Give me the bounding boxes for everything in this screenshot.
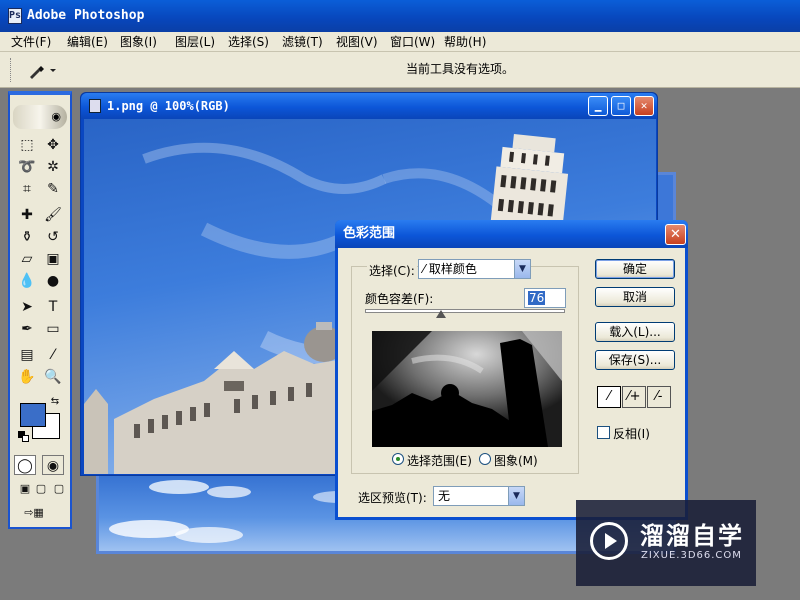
preview-mode-label: 选区预览(T): (358, 491, 427, 505)
brush-tool-icon[interactable]: 🖌 (42, 205, 64, 225)
photoshop-app-icon: Ps (8, 8, 22, 24)
select-value: 取样颜色 (428, 262, 477, 276)
menu-filter[interactable]: 滤镜(T) (281, 34, 324, 50)
app-titlebar: Ps Adobe Photoshop (0, 0, 800, 32)
preview-mode-value: 无 (438, 489, 451, 503)
document-title: 1.png @ 100%(RGB) (107, 99, 230, 113)
color-range-dialog[interactable]: 色彩范围 ✕ 选择(C): ⁄ 取样颜色 ▼ 颜色容差(F): 76 选择范围(… (335, 220, 688, 520)
dodge-tool-icon[interactable]: ● (42, 271, 64, 291)
slice-tool-icon[interactable]: ✎ (42, 179, 64, 199)
toolbox-logo[interactable]: ◉ (13, 105, 67, 129)
invert-label[interactable]: 反相(I) (613, 425, 650, 442)
clone-stamp-tool-icon[interactable]: ⚱ (16, 227, 38, 247)
cancel-button[interactable]: 取消 (595, 287, 675, 307)
path-selection-tool-icon[interactable]: ➤ (16, 297, 38, 317)
pen-tool-icon[interactable]: ✒ (16, 319, 38, 339)
radio-selection[interactable] (392, 453, 404, 465)
menu-edit[interactable]: 编辑(E) (66, 34, 109, 50)
watermark-brand-cn: 溜溜自学 (640, 522, 744, 550)
options-bar: 当前工具没有选项。 (0, 52, 800, 88)
dialog-close-button[interactable]: ✕ (665, 224, 686, 245)
chevron-down-icon[interactable]: ▼ (514, 260, 530, 278)
fuzziness-slider-thumb[interactable] (436, 310, 446, 318)
invert-checkbox[interactable] (597, 426, 610, 439)
options-bar-grip[interactable] (10, 58, 14, 82)
foreground-color-swatch-top[interactable] (20, 403, 46, 427)
type-tool-icon[interactable]: T (42, 297, 64, 317)
radio-image[interactable] (479, 453, 491, 465)
menu-select[interactable]: 选择(S) (227, 34, 270, 50)
watermark: 溜溜自学 ZIXUE.3D66.COM (576, 500, 756, 586)
standard-mode-icon[interactable]: ◯ (14, 455, 36, 475)
lasso-tool-icon[interactable]: ➰ (16, 157, 38, 177)
fuzziness-slider-track[interactable] (365, 309, 565, 313)
radio-image-label[interactable]: 图象(M) (494, 452, 538, 469)
menu-layer[interactable]: 图层(L) (174, 34, 216, 50)
eyedropper-subtract-icon[interactable]: ⁄- (647, 386, 671, 408)
magic-wand-tool-icon[interactable]: ✲ (42, 157, 64, 177)
toolbox: ◉ ⬚ ✥ ➰ ✲ ⌗ ✎ ✚ 🖌 ⚱ ↺ ▱ ▣ 💧 ● ➤ T ✒ ▭ ▤ … (8, 91, 72, 529)
menu-file[interactable]: 文件(F) (10, 34, 52, 50)
close-document-button[interactable]: ✕ (634, 96, 654, 116)
document-icon (89, 99, 101, 113)
dialog-titlebar[interactable]: 色彩范围 ✕ (335, 220, 688, 248)
move-tool-icon[interactable]: ✥ (42, 135, 64, 155)
menubar: 文件(F) 编辑(E) 图象(I) 图层(L) 选择(S) 滤镜(T) 视图(V… (0, 32, 800, 52)
eyedropper-tool-preset-icon[interactable] (26, 60, 58, 80)
app-title: Adobe Photoshop (27, 8, 145, 23)
history-brush-tool-icon[interactable]: ↺ (42, 227, 64, 247)
menu-help[interactable]: 帮助(H) (443, 34, 487, 50)
select-dropdown[interactable]: ⁄ 取样颜色 ▼ (418, 259, 531, 279)
preview-mode-dropdown[interactable]: 无 ▼ (433, 486, 525, 506)
quick-mask-mode-icon[interactable]: ◉ (42, 455, 64, 475)
full-screen-mode-icon[interactable]: ▢ (48, 479, 70, 499)
watermark-brand-url: ZIXUE.3D66.COM (641, 550, 742, 561)
play-logo-icon (590, 522, 628, 560)
jump-to-imageready-icon[interactable]: ⇨▦ (14, 503, 54, 523)
gradient-tool-icon[interactable]: ▣ (42, 249, 64, 269)
save-button[interactable]: 保存(S)... (595, 350, 675, 370)
preview-chevron-down-icon[interactable]: ▼ (508, 487, 524, 505)
notes-tool-icon[interactable]: ▤ (16, 345, 38, 365)
healing-brush-tool-icon[interactable]: ✚ (16, 205, 38, 225)
eraser-tool-icon[interactable]: ▱ (16, 249, 38, 269)
crop-tool-icon[interactable]: ⌗ (16, 179, 38, 199)
eyedropper-add-icon[interactable]: ⁄+ (622, 386, 646, 408)
selection-preview-image (372, 331, 562, 447)
select-label: 选择(C): (367, 262, 417, 279)
menu-window[interactable]: 窗口(W) (389, 34, 436, 50)
options-hint-text: 当前工具没有选项。 (406, 62, 515, 76)
load-button[interactable]: 载入(L)... (595, 322, 675, 342)
dialog-title: 色彩范围 (343, 226, 396, 241)
fuzziness-input[interactable]: 76 (524, 288, 566, 308)
zoom-tool-icon[interactable]: 🔍 (42, 367, 64, 387)
rectangle-marquee-tool-icon[interactable]: ⬚ (16, 135, 38, 155)
fuzziness-label: 颜色容差(F): (365, 292, 434, 306)
blur-tool-icon[interactable]: 💧 (16, 271, 38, 291)
default-colors-bg-icon (22, 435, 29, 442)
menu-view[interactable]: 视图(V) (335, 34, 379, 50)
radio-selection-label[interactable]: 选择范围(E) (407, 452, 472, 469)
swap-colors-icon[interactable]: ⇆ (48, 395, 62, 409)
document-titlebar[interactable]: 1.png @ 100%(RGB) ▁ □ ✕ (81, 93, 657, 119)
fuzziness-value: 76 (528, 291, 546, 305)
rectangle-shape-tool-icon[interactable]: ▭ (42, 319, 64, 339)
eyedropper-tool-icon[interactable]: ⁄ (42, 345, 64, 365)
eyedropper-sample-icon[interactable]: ⁄ (597, 386, 621, 408)
ok-button[interactable]: 确定 (595, 259, 675, 279)
hand-tool-icon[interactable]: ✋ (16, 367, 38, 387)
minimize-button[interactable]: ▁ (588, 96, 608, 116)
maximize-button[interactable]: □ (611, 96, 631, 116)
menu-image[interactable]: 图象(I) (119, 34, 158, 50)
